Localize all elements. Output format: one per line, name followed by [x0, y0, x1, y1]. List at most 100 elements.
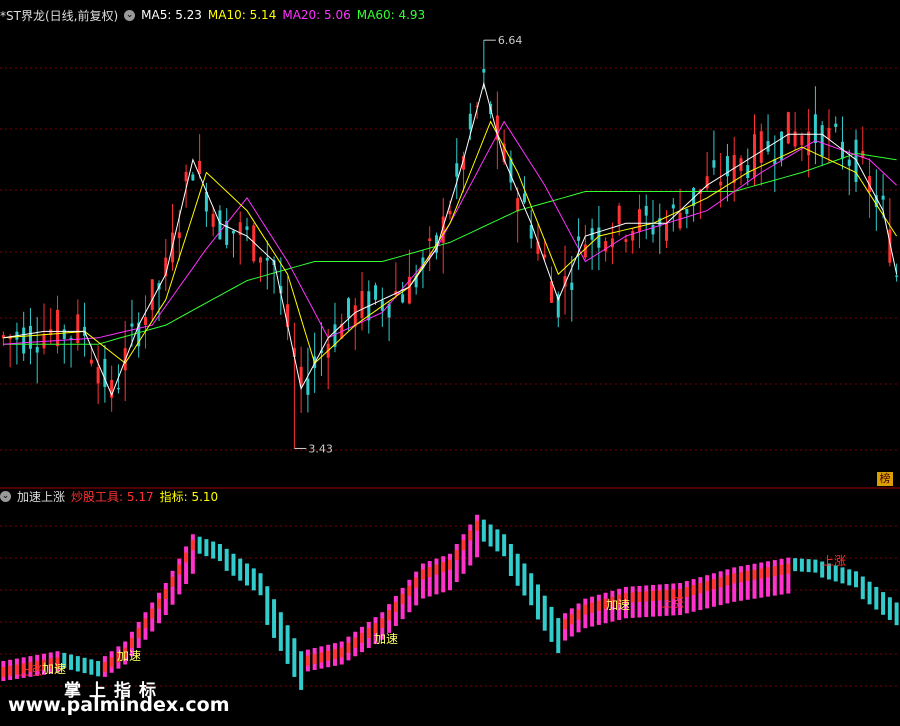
osc-bar	[360, 632, 365, 643]
candle	[685, 208, 689, 214]
osc-bar	[766, 567, 771, 578]
osc-bar	[400, 593, 405, 604]
osc-bar	[894, 602, 899, 626]
candle	[577, 236, 581, 241]
osc-bar	[860, 576, 865, 600]
osc-bar	[461, 540, 466, 551]
candle	[651, 224, 655, 235]
osc-bar	[448, 559, 452, 570]
candle	[35, 346, 39, 353]
osc-bar	[745, 564, 750, 600]
osc-bar	[96, 661, 101, 677]
osc-bar	[583, 604, 588, 615]
osc-label: 加速	[374, 632, 398, 646]
candle	[570, 282, 574, 290]
osc-bar	[522, 563, 527, 596]
indicator-title: 加速上涨	[17, 489, 66, 504]
osc-bar	[414, 571, 419, 606]
osc-bar	[258, 573, 263, 596]
osc-bar	[380, 618, 385, 629]
osc-bar	[461, 534, 466, 574]
osc-bar	[705, 575, 710, 609]
price-markers: 6.64 3.43	[294, 34, 522, 455]
candle	[468, 113, 472, 130]
osc-bar	[576, 609, 581, 620]
osc-bar	[752, 569, 757, 580]
osc-bar	[596, 600, 601, 611]
candle	[116, 388, 120, 390]
candle	[306, 378, 310, 395]
osc-bar	[867, 581, 872, 605]
chevron-down-icon[interactable]: ⌄	[124, 9, 136, 21]
candle	[150, 279, 154, 311]
osc-bar	[569, 614, 574, 625]
candle	[759, 131, 763, 163]
osc-bar	[698, 583, 703, 594]
candlesticks	[1, 40, 899, 449]
upper-header: *ST界龙(日线,前复权) ⌄ MA5: 5.23 MA10: 5.14 MA2…	[0, 6, 425, 24]
osc-bar	[691, 585, 696, 596]
osc-bar	[590, 602, 595, 613]
candle	[346, 298, 350, 319]
osc-bar	[711, 579, 716, 590]
osc-bar	[448, 553, 452, 591]
ma5-line	[3, 81, 898, 397]
osc-bar	[251, 568, 256, 591]
candle	[211, 213, 215, 227]
candle	[719, 181, 723, 186]
candle	[22, 327, 26, 354]
candle	[455, 163, 459, 177]
osc-bar	[630, 592, 635, 603]
candle	[583, 244, 587, 258]
candle	[610, 238, 614, 248]
osc-bar	[772, 560, 777, 596]
osc-bar	[170, 576, 175, 587]
osc-bar	[190, 534, 195, 574]
candle	[671, 204, 675, 209]
osc-bar	[238, 558, 243, 581]
candle	[678, 212, 682, 229]
osc-bar	[407, 579, 412, 613]
candle	[881, 195, 885, 200]
osc-bar	[854, 571, 859, 588]
candle	[265, 257, 269, 261]
osc-bar	[143, 618, 148, 629]
osc-bar	[725, 569, 730, 604]
osc-bar	[508, 544, 513, 576]
osc-bar	[481, 519, 486, 542]
osc-bar	[691, 579, 696, 612]
osc-label: 加速	[117, 649, 141, 663]
osc-bar	[651, 590, 656, 601]
rank-flag-icon[interactable]: 榜	[877, 472, 893, 486]
osc-bar	[441, 562, 446, 573]
chevron-down-icon[interactable]: ⌄	[0, 490, 11, 502]
candle	[28, 325, 32, 349]
osc-bar	[292, 638, 297, 677]
osc-bar	[427, 561, 432, 597]
candle	[96, 367, 100, 384]
security-title: *ST界龙(日线,前复权)	[0, 8, 119, 23]
candle	[624, 239, 628, 242]
osc-bar	[806, 559, 811, 573]
osc-label: 加速	[606, 598, 630, 612]
osc-bar	[278, 612, 283, 651]
osc-bar	[881, 592, 886, 615]
candle	[231, 230, 235, 234]
osc-bar	[427, 567, 432, 578]
osc-bar	[759, 568, 764, 579]
candle	[820, 125, 824, 156]
osc-bar	[211, 541, 216, 559]
osc-bar	[563, 619, 568, 630]
ma10-value: MA10: 5.14	[207, 8, 277, 22]
osc-bar	[319, 652, 324, 663]
osc-bar	[786, 563, 791, 574]
osc-bar	[150, 608, 155, 619]
osc-bar	[779, 564, 784, 575]
osc-bar	[684, 581, 689, 614]
candle	[89, 359, 93, 364]
osc-bar	[637, 591, 642, 602]
osc-bar	[197, 536, 202, 554]
osc-bar	[299, 651, 304, 690]
osc-bar	[529, 573, 534, 606]
candle	[62, 329, 66, 339]
